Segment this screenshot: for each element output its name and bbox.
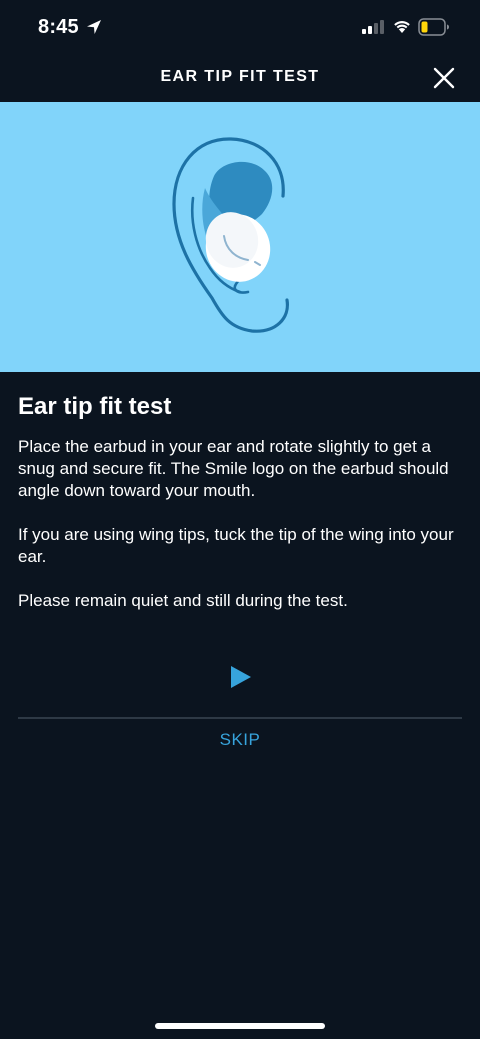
close-button[interactable] xyxy=(426,60,462,96)
section-heading: Ear tip fit test xyxy=(18,393,172,420)
play-button[interactable] xyxy=(228,664,254,690)
instructions: Ear tip fit test Place the earbud in you… xyxy=(18,372,462,612)
status-bar: 8:45 xyxy=(0,0,480,56)
home-indicator[interactable] xyxy=(155,1023,325,1029)
close-icon xyxy=(433,67,455,89)
ear-with-earbud-image xyxy=(172,137,289,333)
instruction-paragraph: If you are using wing tips, tuck the tip… xyxy=(18,525,454,566)
location-arrow-icon xyxy=(87,20,101,34)
play-icon xyxy=(231,666,251,688)
instruction-paragraph: Please remain quiet and still during the… xyxy=(18,591,348,610)
ear-illustration xyxy=(0,102,480,372)
cellular-signal-icon xyxy=(362,20,384,34)
page-title: EAR TIP FIT TEST xyxy=(160,68,320,85)
battery-low-icon xyxy=(418,18,449,36)
skip-button[interactable]: SKIP xyxy=(0,730,480,750)
instruction-paragraph: Place the earbud in your ear and rotate … xyxy=(18,437,449,500)
wifi-icon xyxy=(394,21,410,33)
nav-bar: EAR TIP FIT TEST xyxy=(0,56,480,102)
divider xyxy=(18,717,462,719)
status-time: 8:45 xyxy=(38,16,79,38)
